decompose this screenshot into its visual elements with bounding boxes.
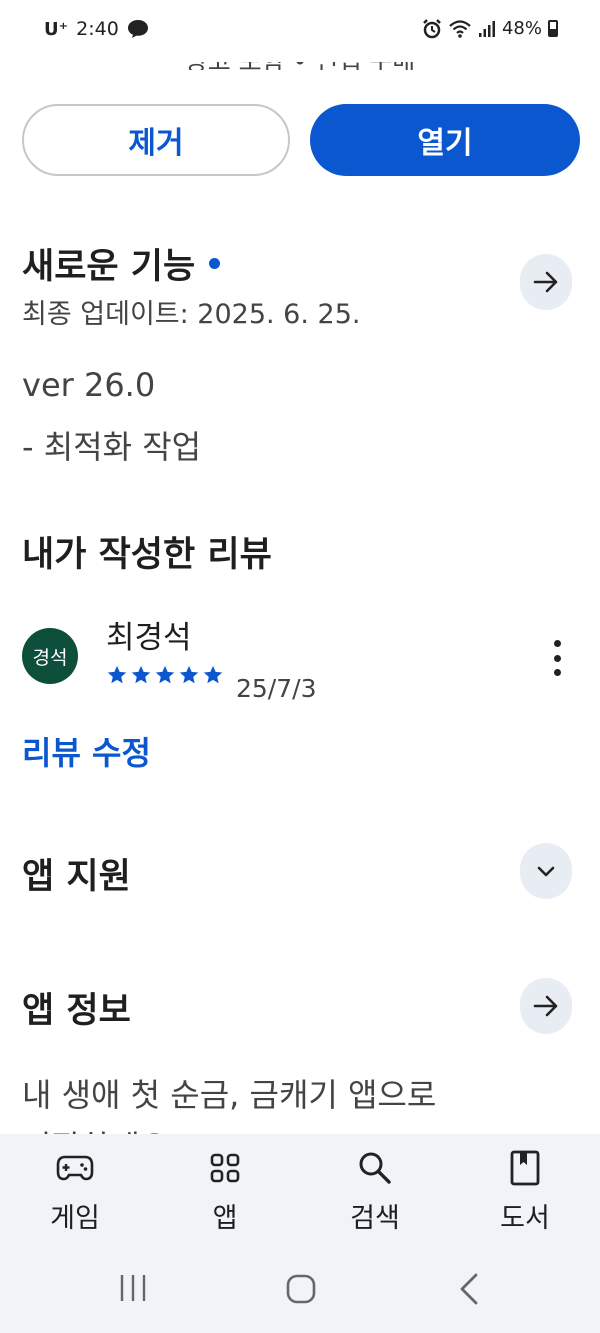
app-support-expand-button[interactable] [520,843,572,899]
book-icon [505,1148,545,1188]
signal-icon [478,20,495,37]
app-description-line1: 내 생애 첫 순금, 금캐기 앱으로 [22,1076,437,1114]
nav-label-games: 게임 [50,1203,100,1234]
recent-apps-icon[interactable] [118,1273,148,1303]
last-updated: 최종 업데이트: 2025. 6. 25. [22,299,361,330]
alarm-icon [423,18,441,38]
star-rating [106,664,224,686]
chevron-down-icon [537,866,555,877]
arrow-right-icon [533,995,558,1017]
star-icon [155,665,175,684]
wifi-icon [449,19,471,38]
version-text: ver 26.0 [22,366,156,404]
star-icon [203,665,223,684]
back-icon[interactable] [456,1272,482,1306]
battery-percent: 48% [501,18,542,39]
reviewer-name: 최경석 [106,620,192,656]
whats-new-arrow-button[interactable] [520,254,572,310]
uninstall-button[interactable]: 제거 [22,104,290,176]
star-icon [131,665,151,684]
app-info-arrow-button[interactable] [520,978,572,1034]
star-icon [107,665,127,684]
whats-new-heading: 새로운 기능 [22,238,221,289]
star-icon [179,665,199,684]
gamepad-icon [55,1148,95,1188]
carrier-label: U⁺ [44,18,69,40]
bottom-navigation: 게임 앱 검색 도서 [0,1134,600,1250]
edit-review-link[interactable]: 리뷰 수정 [22,728,151,774]
arrow-right-icon [533,271,558,293]
open-button[interactable]: 열기 [310,104,580,176]
home-icon[interactable] [285,1273,317,1305]
nav-label-apps: 앱 [212,1203,238,1234]
nav-item-games[interactable]: 게임 [0,1134,150,1250]
app-info-heading: 앱 정보 [22,991,131,1031]
battery-icon [548,20,558,37]
nav-item-search[interactable]: 검색 [300,1134,450,1250]
app-support-heading[interactable]: 앱 지원 [22,848,131,899]
my-review-heading: 내가 작성한 리뷰 [22,535,272,575]
new-indicator-dot [209,258,221,269]
clock: 2:40 [76,18,119,40]
search-icon [355,1148,395,1188]
release-note: - 최적화 작업 [22,428,202,466]
avatar: 경석 [22,628,78,684]
messenger-icon [127,20,148,38]
review-date: 25/7/3 [236,674,317,703]
whats-new-title: 새로운 기능 [22,247,196,287]
status-bar: U⁺ 2:40 48% [0,0,600,62]
system-navigation-bar [0,1250,600,1333]
nav-item-apps[interactable]: 앱 [150,1134,300,1250]
nav-label-books: 도서 [500,1203,550,1234]
more-options-icon[interactable] [548,640,566,676]
nav-item-books[interactable]: 도서 [450,1134,600,1250]
apps-grid-icon [205,1148,245,1188]
nav-label-search: 검색 [350,1203,400,1234]
